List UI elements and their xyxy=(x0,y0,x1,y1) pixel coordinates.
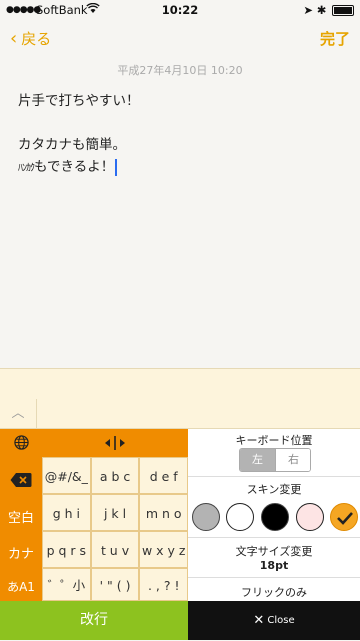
halfwidth-text: ﾊﾝｶｸ xyxy=(18,163,35,174)
note-date: 平成27年4月10日 10:20 xyxy=(117,64,243,77)
key-3-2[interactable]: . , ? ! xyxy=(139,568,189,601)
divider xyxy=(188,577,360,578)
note-line: 片手で打ちやすい！ xyxy=(18,93,140,109)
key-1-1[interactable]: j k l xyxy=(90,494,140,531)
skin-title: スキン変更 xyxy=(246,483,302,496)
position-left-option[interactable]: 左 xyxy=(240,449,275,471)
skin-swatch[interactable] xyxy=(296,503,324,531)
skin-swatch[interactable] xyxy=(226,503,254,531)
location-icon: ➤ xyxy=(303,3,314,17)
divider xyxy=(188,537,360,538)
cursor-move-icon xyxy=(105,436,125,450)
return-key[interactable]: 改行 xyxy=(0,601,188,640)
note-text: もできるよ！ xyxy=(34,159,115,175)
key-1-2[interactable]: m n o xyxy=(139,494,189,531)
close-icon: ✕ xyxy=(253,613,265,628)
flick-only-option[interactable]: フリックのみ xyxy=(188,584,360,600)
font-size-title: 文字サイズ変更 xyxy=(235,545,313,558)
key-3-0[interactable]: ゛゜小 xyxy=(42,568,91,601)
cursor-move-key[interactable] xyxy=(42,429,188,457)
note-line: カタカナも簡単。 xyxy=(18,137,126,153)
chevron-up-icon[interactable]: ︿ xyxy=(0,399,37,428)
text-cursor xyxy=(115,158,118,176)
skin-swatch-selected[interactable] xyxy=(330,503,358,531)
key-2-2[interactable]: w x y z xyxy=(139,531,189,568)
key-2-0[interactable]: p q r s xyxy=(42,531,91,568)
settings-panel: キーボード位置 左 右 スキン変更 文字サイズ変更 18pt フリックのみ xyxy=(188,429,360,601)
check-icon xyxy=(337,512,353,525)
mode-switch-key[interactable]: あA1 xyxy=(0,573,42,601)
status-right: ➤ ✱ xyxy=(303,3,354,17)
key-0-1[interactable]: a b c xyxy=(90,457,140,494)
close-button[interactable]: ✕ Close xyxy=(188,601,360,640)
keyboard-position-title: キーボード位置 xyxy=(235,434,313,447)
battery-icon xyxy=(332,5,354,16)
keyboard-position-toggle: 左 右 xyxy=(239,448,311,472)
key-3-1[interactable]: ' " ( ) xyxy=(90,568,140,601)
kana-key[interactable]: カナ xyxy=(0,537,42,573)
close-label: Close xyxy=(267,615,295,626)
delete-key[interactable] xyxy=(0,461,42,499)
key-0-0[interactable]: @#/&_ xyxy=(42,457,91,494)
font-size-value[interactable]: 18pt xyxy=(188,559,360,572)
status-bar: ●●●●● SoftBank 10:22 ➤ ✱ xyxy=(0,0,360,20)
note-line: ﾊﾝｶｸもできるよ！ xyxy=(18,156,348,178)
input-row: ︿ xyxy=(0,399,360,429)
globe-key[interactable] xyxy=(0,429,42,457)
back-button[interactable]: ‹ 戻る xyxy=(10,28,51,49)
delete-icon xyxy=(10,473,32,487)
done-button[interactable]: 完了 xyxy=(320,28,350,49)
space-key[interactable]: 空白 xyxy=(0,501,42,537)
bluetooth-icon: ✱ xyxy=(316,3,327,17)
chevron-left-icon: ‹ xyxy=(10,28,18,49)
keyboard: 空白 カナ あA1 @#/&_ a b cd e f g h ij k lm n o… xyxy=(0,429,189,601)
skin-swatch[interactable] xyxy=(192,503,220,531)
divider xyxy=(188,476,360,477)
key-0-2[interactable]: d e f xyxy=(139,457,189,494)
position-right-option[interactable]: 右 xyxy=(275,449,310,471)
nav-bar: ‹ 戻る 完了 xyxy=(0,20,360,56)
candidate-bar[interactable] xyxy=(0,368,360,400)
skin-swatch[interactable] xyxy=(261,503,289,531)
back-label: 戻る xyxy=(21,30,52,48)
note-editor[interactable]: 片手で打ちやすい！ カタカナも簡単。 ﾊﾝｶｸもできるよ！ xyxy=(18,90,348,178)
key-2-1[interactable]: t u v xyxy=(90,531,140,568)
note-line-blank xyxy=(18,112,348,134)
key-1-0[interactable]: g h i xyxy=(42,494,91,531)
globe-icon xyxy=(13,435,29,450)
